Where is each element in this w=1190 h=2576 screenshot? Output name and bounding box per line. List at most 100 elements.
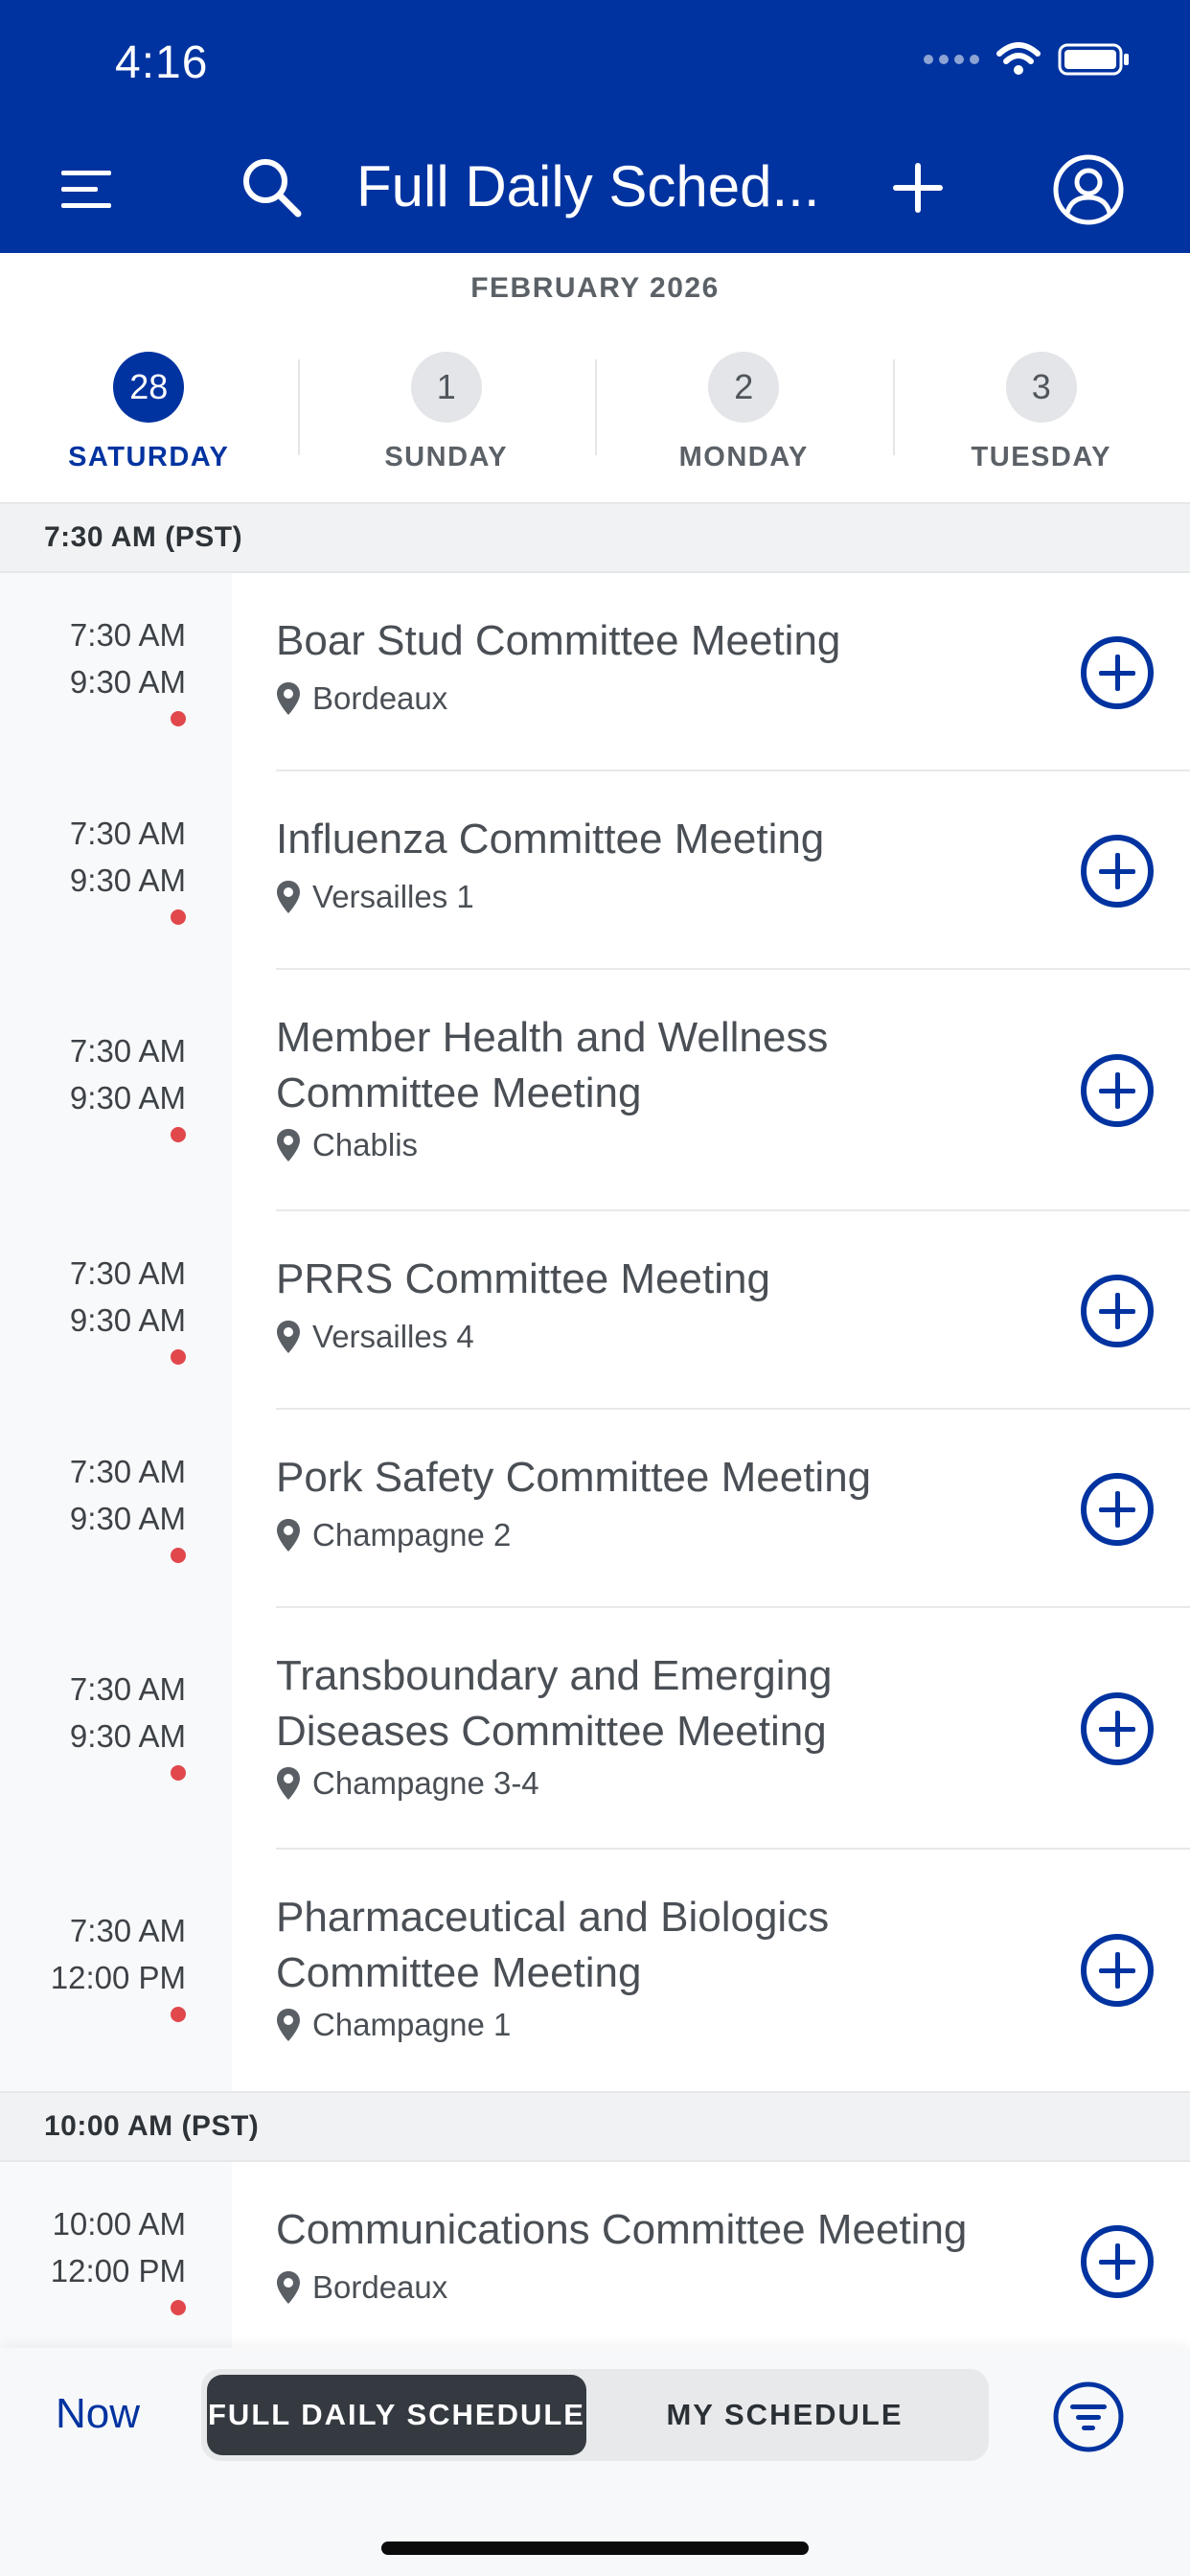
add-to-schedule-button[interactable] [1081, 1054, 1154, 1127]
event-row[interactable]: 10:00 AM 12:00 PM Communications Committ… [0, 2162, 1190, 2360]
day-tab-tuesday[interactable]: 3 TUESDAY [892, 331, 1190, 503]
time-section-header: 10:00 AM (PST) [0, 2091, 1190, 2162]
location-text: Versailles 4 [312, 1319, 474, 1354]
add-to-schedule-button[interactable] [1081, 1692, 1154, 1765]
location-pin-icon [277, 2009, 300, 2041]
event-location: Chablis [276, 1127, 418, 1163]
add-event-button[interactable] [887, 157, 949, 218]
start-time: 10:00 AM [52, 2206, 186, 2242]
end-time: 9:30 AM [69, 1718, 186, 1754]
time-column: 7:30 AM 9:30 AM [0, 1211, 232, 1410]
day-tab-monday[interactable]: 2 MONDAY [595, 331, 893, 503]
time-column: 7:30 AM 9:30 AM [0, 1608, 232, 1850]
location-text: Bordeaux [312, 2269, 448, 2305]
end-time: 9:30 AM [69, 1501, 186, 1536]
status-dot [171, 1349, 186, 1365]
add-to-schedule-button[interactable] [1081, 636, 1154, 709]
end-time: 9:30 AM [69, 862, 186, 898]
battery-icon [1058, 43, 1129, 76]
time-section-header: 7:30 AM (PST) [0, 502, 1190, 573]
add-to-schedule-button[interactable] [1081, 1275, 1154, 1347]
hamburger-menu-icon [61, 171, 111, 208]
bottom-toolbar: Now FULL DAILY SCHEDULE MY SCHEDULE [0, 2348, 1190, 2576]
status-dot [171, 2300, 186, 2315]
start-time: 7:30 AM [69, 1913, 186, 1948]
search-button[interactable] [238, 153, 307, 222]
location-text: Champagne 3-4 [312, 1765, 539, 1801]
full-daily-schedule-tab[interactable]: FULL DAILY SCHEDULE [207, 2375, 586, 2455]
event-row[interactable]: 7:30 AM 12:00 PM Pharmaceutical and Biol… [0, 1850, 1190, 2091]
event-row[interactable]: 7:30 AM 9:30 AM Boar Stud Committee Meet… [0, 573, 1190, 771]
location-text: Bordeaux [312, 680, 448, 716]
add-to-schedule-button[interactable] [1081, 1473, 1154, 1546]
event-location: Champagne 1 [276, 2007, 511, 2043]
day-name: TUESDAY [971, 442, 1111, 472]
day-name: MONDAY [678, 442, 809, 472]
status-dot [171, 1548, 186, 1563]
time-column: 10:00 AM 12:00 PM [0, 2162, 232, 2360]
end-time: 9:30 AM [69, 1302, 186, 1338]
filter-button[interactable] [1052, 2380, 1125, 2453]
event-location: Versailles 4 [276, 1319, 474, 1355]
end-time: 12:00 PM [50, 1960, 186, 1995]
location-pin-icon [277, 881, 300, 913]
location-text: Chablis [312, 1127, 419, 1162]
event-row[interactable]: 7:30 AM 9:30 AM Influenza Committee Meet… [0, 771, 1190, 970]
add-to-schedule-button[interactable] [1081, 2225, 1154, 2298]
event-title: Transboundary and Emerging Diseases Comm… [276, 1652, 833, 1755]
time-column: 7:30 AM 9:30 AM [0, 573, 232, 771]
event-location: Bordeaux [276, 680, 447, 717]
event-title: Pharmaceutical and Biologics Committee M… [276, 1894, 830, 1996]
app-header: 4:16 Full Daily Sched... [0, 0, 1190, 253]
schedule-segmented-control: FULL DAILY SCHEDULE MY SCHEDULE [201, 2369, 989, 2461]
event-row[interactable]: 7:30 AM 9:30 AM Member Health and Wellne… [0, 970, 1190, 1211]
location-pin-icon [277, 1321, 300, 1353]
location-pin-icon [277, 1129, 300, 1162]
time-column: 7:30 AM 9:30 AM [0, 771, 232, 970]
status-icons [924, 42, 1131, 77]
event-title: Communications Committee Meeting [276, 2206, 968, 2253]
status-time: 4:16 [115, 37, 209, 88]
plus-icon [893, 163, 943, 213]
status-dot [171, 711, 186, 726]
day-selector: 28 SATURDAY 1 SUNDAY 2 MONDAY 3 TUESDAY [0, 331, 1190, 503]
location-text: Champagne 2 [312, 1517, 512, 1552]
day-name: SUNDAY [384, 442, 509, 472]
filter-icon [1053, 2381, 1124, 2452]
user-avatar-icon [1053, 154, 1124, 225]
end-time: 9:30 AM [69, 664, 186, 700]
profile-button[interactable] [1052, 153, 1125, 226]
event-location: Bordeaux [276, 2269, 447, 2306]
location-pin-icon [277, 2271, 300, 2304]
event-row[interactable]: 7:30 AM 9:30 AM Pork Safety Committee Me… [0, 1410, 1190, 1608]
day-number: 3 [1005, 352, 1077, 423]
status-dot [171, 1765, 186, 1781]
time-column: 7:30 AM 9:30 AM [0, 970, 232, 1211]
event-row[interactable]: 7:30 AM 9:30 AM Transboundary and Emergi… [0, 1608, 1190, 1850]
time-column: 7:30 AM 12:00 PM [0, 1850, 232, 2091]
wifi-icon [996, 42, 1041, 75]
start-time: 7:30 AM [69, 1255, 186, 1291]
day-tab-sunday[interactable]: 1 SUNDAY [297, 331, 596, 503]
event-row[interactable]: 7:30 AM 9:30 AM PRRS Committee Meeting V… [0, 1211, 1190, 1410]
add-to-schedule-button[interactable] [1081, 1934, 1154, 2007]
event-title: Pork Safety Committee Meeting [276, 1454, 872, 1501]
event-title: Influenza Committee Meeting [276, 816, 825, 862]
event-location: Champagne 2 [276, 1517, 511, 1553]
home-indicator [381, 2542, 809, 2555]
menu-button[interactable] [56, 163, 117, 217]
day-tab-saturday[interactable]: 28 SATURDAY [0, 331, 298, 503]
page-title: Full Daily Sched... [356, 154, 820, 218]
time-column: 7:30 AM 9:30 AM [0, 1410, 232, 1608]
location-text: Champagne 1 [312, 2007, 512, 2042]
end-time: 9:30 AM [69, 1080, 186, 1116]
now-button[interactable]: Now [56, 2390, 140, 2438]
status-dot [171, 2007, 186, 2022]
event-location: Champagne 3-4 [276, 1765, 539, 1802]
my-schedule-tab[interactable]: MY SCHEDULE [588, 2375, 981, 2455]
location-pin-icon [277, 1519, 300, 1552]
status-dot [171, 1127, 186, 1142]
event-location: Versailles 1 [276, 879, 474, 915]
add-to-schedule-button[interactable] [1081, 835, 1154, 908]
day-number: 28 [113, 352, 185, 423]
